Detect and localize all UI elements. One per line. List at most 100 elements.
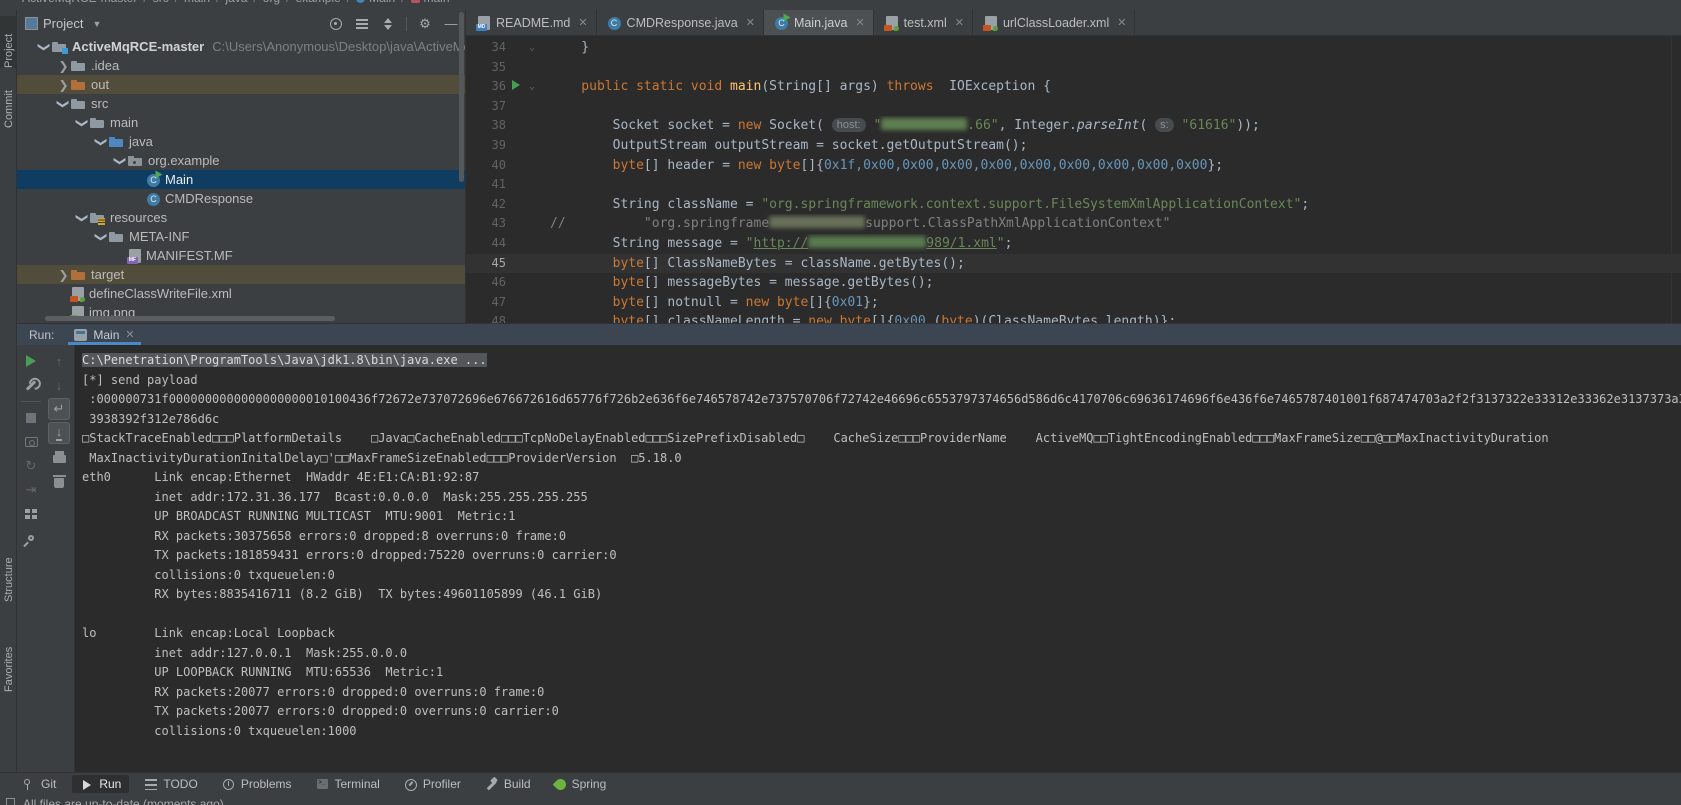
chevron-down-icon[interactable]: ❯	[96, 135, 108, 148]
chevron-down-icon[interactable]: ❯	[58, 97, 70, 110]
breadcrumb-part-main[interactable]: main	[424, 0, 450, 5]
editor-tab-urlclassloader-xml[interactable]: urlClassLoader.xml✕	[973, 10, 1136, 35]
code-line-44[interactable]: 44 String message = "http://989/1.xml";	[466, 234, 1681, 254]
settings-icon[interactable]: ⚙	[417, 16, 433, 32]
bottom-tool-button-terminal[interactable]: Terminal	[308, 775, 388, 793]
run-console-output[interactable]: C:\Penetration\ProgramTools\Java\jdk1.8\…	[75, 345, 1681, 772]
chevron-down-icon[interactable]: ❯	[115, 154, 127, 167]
breadcrumb-part-src[interactable]: src	[153, 0, 169, 5]
breadcrumb-part-java[interactable]: java	[225, 0, 247, 5]
code-line-48[interactable]: 48 byte[] classNameLength = new byte[]{0…	[466, 312, 1681, 323]
hide-panel-icon[interactable]: —	[443, 16, 459, 32]
scroll-to-end-icon[interactable]: ↓	[48, 422, 70, 444]
tree-item-idea[interactable]: ❯.idea	[17, 56, 465, 75]
rerun-icon[interactable]	[20, 350, 42, 372]
tree-horizontal-scrollbar[interactable]	[45, 316, 335, 321]
tree-item-org-example[interactable]: ❯org.example	[17, 151, 465, 170]
bottom-tool-button-git[interactable]: Git	[14, 775, 64, 793]
layout-icon[interactable]	[20, 503, 42, 525]
code-line-41[interactable]: 41	[466, 175, 1681, 195]
edit-configuration-icon[interactable]	[20, 374, 42, 396]
chevron-down-icon[interactable]: ❯	[77, 116, 89, 129]
tree-item-out[interactable]: ❯out	[17, 75, 465, 94]
project-view-selector[interactable]: Project ▼	[25, 16, 101, 31]
chevron-down-icon[interactable]: ❯	[39, 40, 51, 53]
bottom-tool-button-todo[interactable]: TODO	[137, 775, 205, 793]
editor-tab-readme-md[interactable]: README.md✕	[466, 10, 597, 35]
chevron-down-icon[interactable]: ❯	[77, 211, 89, 224]
code-token: ));	[1236, 118, 1259, 133]
locate-icon[interactable]	[328, 16, 344, 32]
expand-collapse-icon[interactable]	[380, 16, 396, 32]
close-icon[interactable]: ✕	[855, 16, 864, 29]
bottom-tool-button-spring[interactable]: Spring	[547, 775, 615, 793]
tool-window-button-project[interactable]: Project	[0, 16, 17, 68]
tree-item-meta-inf[interactable]: ❯META-INF	[17, 227, 465, 246]
tree-item-main[interactable]: ❯main	[17, 113, 465, 132]
pin-icon[interactable]	[20, 527, 42, 549]
chevron-right-icon[interactable]: ❯	[57, 79, 70, 91]
code-line-43[interactable]: 43// "org.springframesupport.ClassPathXm…	[466, 214, 1681, 234]
breadcrumb-part-main[interactable]: main	[184, 0, 210, 5]
code-line-45[interactable]: 45 byte[] ClassNameBytes = className.get…	[466, 254, 1681, 274]
chevron-down-icon[interactable]: ❯	[96, 230, 108, 243]
tree-item-manifest-mf[interactable]: MANIFEST.MF	[17, 246, 465, 265]
print-icon[interactable]	[48, 446, 70, 468]
breadcrumb-path[interactable]: ActiveMqRCE-master/src/main/java/org/exa…	[0, 0, 1681, 5]
code-line-36[interactable]: 36⌄ public static void main(String[] arg…	[466, 77, 1681, 97]
breadcrumb-part-example[interactable]: example	[295, 0, 340, 5]
close-icon[interactable]: ✕	[955, 16, 964, 29]
code-line-38[interactable]: 38 Socket socket = new Socket( host: ".6…	[466, 116, 1681, 136]
close-icon[interactable]: ✕	[746, 16, 755, 29]
fold-marker-icon[interactable]: ⌄	[526, 77, 538, 97]
code-token: 0x1f,0x00,0x00,0x00,0x00,0x00,0x00,0x00,…	[824, 158, 1208, 173]
fold-marker-icon[interactable]: ⌄	[526, 38, 538, 58]
chevron-right-icon[interactable]: ❯	[57, 269, 70, 281]
editor-tab-main-java[interactable]: Main.java✕	[764, 10, 874, 35]
tree-item-label: ActiveMqRCE-master	[72, 39, 204, 54]
tool-window-switcher-icon[interactable]	[6, 798, 15, 805]
tree-item-target[interactable]: ❯target	[17, 265, 465, 284]
code-line-40[interactable]: 40 byte[] header = new byte[]{0x1f,0x00,…	[466, 156, 1681, 176]
bottom-tool-button-run[interactable]: Run	[72, 775, 129, 793]
tool-window-button-commit[interactable]: Commit	[0, 76, 17, 128]
code-line-37[interactable]: 37	[466, 97, 1681, 117]
code-line-42[interactable]: 42 String className = "org.springframewo…	[466, 195, 1681, 215]
code-line-39[interactable]: 39 OutputStream outputStream = socket.ge…	[466, 136, 1681, 156]
clear-all-icon[interactable]	[48, 470, 70, 492]
run-tab-main[interactable]: Main ✕	[68, 324, 140, 345]
close-icon[interactable]: ✕	[578, 16, 587, 29]
close-icon[interactable]: ✕	[1117, 16, 1126, 29]
editor-tab-cmdresponse-java[interactable]: CMDResponse.java✕	[597, 10, 764, 35]
breadcrumb-part-activemqrce-master[interactable]: ActiveMqRCE-master	[22, 0, 137, 5]
breadcrumb-part-org[interactable]: org	[263, 0, 280, 5]
breadcrumb-part-main[interactable]: Main	[369, 0, 395, 5]
tree-item-cmdresponse[interactable]: CMDResponse	[17, 189, 465, 208]
bottom-tool-button-build[interactable]: Build	[477, 775, 539, 793]
tree-vertical-scrollbar[interactable]	[459, 12, 464, 182]
icon-badge	[884, 25, 892, 31]
tree-item-activemqrce-master[interactable]: ❯ActiveMqRCE-masterC:\Users\Anonymous\De…	[17, 37, 465, 56]
code-editor[interactable]: 34⌄ }3536⌄ public static void main(Strin…	[466, 36, 1681, 323]
tree-item-main[interactable]: Main	[17, 170, 465, 189]
tool-window-button-favorites[interactable]: Favorites	[0, 630, 17, 692]
tree-item-src[interactable]: ❯src	[17, 94, 465, 113]
code-line-34[interactable]: 34⌄ }	[466, 38, 1681, 58]
run-line-icon[interactable]	[506, 77, 526, 97]
chevron-right-icon[interactable]: ❯	[57, 60, 70, 72]
thread-dump-icon	[20, 431, 42, 453]
tree-item-java[interactable]: ❯java	[17, 132, 465, 151]
code-line-47[interactable]: 47 byte[] notnull = new byte[]{0x01};	[466, 293, 1681, 313]
soft-wrap-icon[interactable]: ↵	[48, 398, 70, 420]
code-line-text: byte[] header = new byte[]{0x1f,0x00,0x0…	[550, 156, 1681, 176]
code-line-35[interactable]: 35	[466, 58, 1681, 78]
tree-item-resources[interactable]: ❯resources	[17, 208, 465, 227]
bottom-tool-button-profiler[interactable]: Profiler	[396, 775, 469, 793]
code-line-46[interactable]: 46 byte[] messageBytes = message.getByte…	[466, 273, 1681, 293]
collapse-all-icon[interactable]	[354, 16, 370, 32]
close-icon[interactable]: ✕	[125, 328, 134, 341]
tool-window-button-structure[interactable]: Structure	[0, 540, 17, 602]
editor-tab-test-xml[interactable]: test.xml✕	[874, 10, 973, 35]
bottom-tool-button-problems[interactable]: Problems	[214, 775, 300, 793]
tree-item-defineclasswritefile-xml[interactable]: defineClassWriteFile.xml	[17, 284, 465, 303]
